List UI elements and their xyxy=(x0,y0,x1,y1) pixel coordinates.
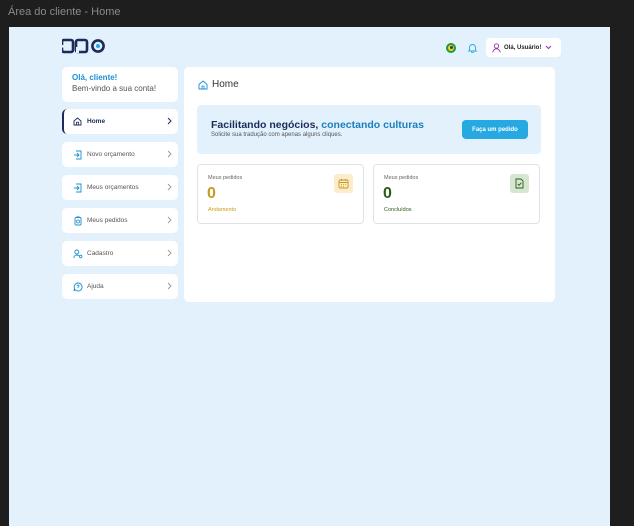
sidebar-item-meus-pedidos[interactable]: Meus pedidos xyxy=(62,208,178,233)
brazil-flag-icon[interactable] xyxy=(446,42,456,53)
sidebar-item-cadastro[interactable]: Cadastro xyxy=(62,241,178,266)
banner-title-part1: Facilitando negócios, xyxy=(211,119,319,131)
sidebar-item-novo-orcamento[interactable]: Novo orçamento xyxy=(62,142,178,167)
home-icon xyxy=(72,116,83,127)
page-title-text: Home xyxy=(212,79,239,90)
sidebar-item-meus-orcamentos[interactable]: Meus orçamentos xyxy=(62,175,178,200)
card-status: Andamento xyxy=(208,207,237,213)
sidebar: Olá, cliente! Bem-vindo a sua conta! Hom… xyxy=(62,67,178,299)
page-title: Home xyxy=(198,79,239,90)
banner-title-part2: conectando culturas xyxy=(321,119,424,131)
card-value: 0 xyxy=(207,185,216,202)
card-status: Concluídos xyxy=(384,207,412,213)
sidebar-item-label: Ajuda xyxy=(87,283,104,290)
document-check-icon xyxy=(510,174,529,193)
chevron-right-icon xyxy=(167,216,172,224)
card-label: Meus pedidos xyxy=(384,175,419,181)
card-label: Meus pedidos xyxy=(208,175,243,181)
user-menu-button[interactable]: Olá, Usuário! xyxy=(486,38,562,57)
chevron-right-icon xyxy=(167,282,172,290)
calendar-icon xyxy=(334,174,353,193)
main-panel: Home Facilitando negócios, conectando cu… xyxy=(184,67,555,302)
help-chat-icon xyxy=(72,281,83,292)
greeting-subtitle: Bem-vindo a sua conta! xyxy=(72,84,157,93)
sidebar-item-label: Novo orçamento xyxy=(87,151,135,158)
banner-title: Facilitando negócios, conectando cultura… xyxy=(211,119,424,131)
chevron-right-icon xyxy=(167,183,172,191)
frame-title: Área do cliente - Home xyxy=(8,6,121,18)
user-settings-icon xyxy=(72,248,83,259)
hero-banner: Facilitando negócios, conectando cultura… xyxy=(197,105,541,154)
chevron-right-icon xyxy=(167,150,172,158)
sidebar-item-label: Meus orçamentos xyxy=(87,184,139,191)
orders-icon xyxy=(72,215,83,226)
header-actions: Olá, Usuário! xyxy=(446,38,562,57)
sidebar-item-label: Meus pedidos xyxy=(87,217,128,224)
brand-logo[interactable] xyxy=(60,38,106,54)
card-value: 0 xyxy=(383,185,392,202)
greeting-card: Olá, cliente! Bem-vindo a sua conta! xyxy=(62,67,178,102)
sidebar-item-ajuda[interactable]: Ajuda xyxy=(62,274,178,299)
quotes-icon xyxy=(72,182,83,193)
home-icon xyxy=(198,79,208,89)
banner-subtitle: Solicite sua tradução com apenas alguns … xyxy=(211,132,343,138)
place-order-button[interactable]: Faça um pedido xyxy=(462,120,528,139)
greeting-title: Olá, cliente! xyxy=(72,73,118,82)
user-greeting-label: Olá, Usuário! xyxy=(504,44,542,51)
chevron-down-icon xyxy=(545,45,552,50)
new-quote-icon xyxy=(72,149,83,160)
user-icon xyxy=(492,42,501,53)
page-canvas: Olá, Usuário! Olá, cliente! Bem-vindo a … xyxy=(9,27,610,526)
orders-in-progress-card[interactable]: Meus pedidos 0 Andamento xyxy=(197,164,364,224)
orders-completed-card[interactable]: Meus pedidos 0 Concluídos xyxy=(373,164,540,224)
chevron-right-icon xyxy=(167,249,172,257)
chevron-right-icon xyxy=(167,117,172,125)
sidebar-item-label: Home xyxy=(87,118,106,125)
sidebar-item-label: Cadastro xyxy=(87,250,114,257)
sidebar-item-home[interactable]: Home xyxy=(62,109,178,134)
bell-icon[interactable] xyxy=(466,42,478,54)
